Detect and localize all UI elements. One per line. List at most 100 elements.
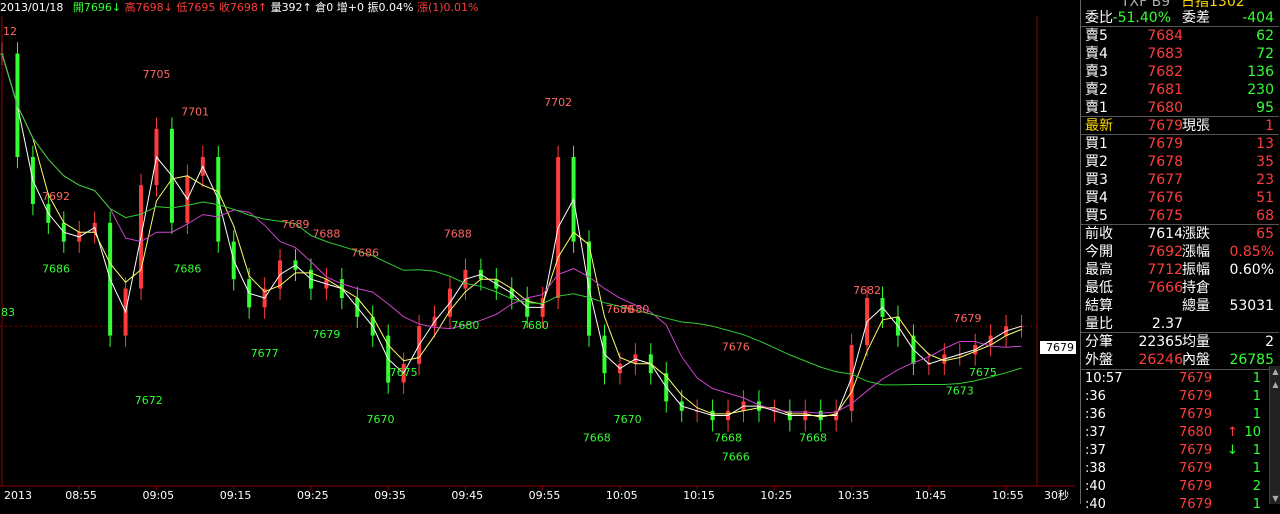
scroll-up-icon[interactable]: ▲ [1271,380,1280,389]
bid-row[interactable]: 買1 7679 13 [1081,135,1279,153]
high-label: 7688 [444,228,472,241]
vol-ratio: 2.37 [1151,316,1183,332]
time-tick-label: 09:15 [220,489,252,502]
tick-vol: 10 [1244,425,1261,440]
ask-row[interactable]: 賣1 7680 95 [1081,99,1279,117]
tick-vol: 1 [1252,461,1261,476]
low-label: 7679 [312,328,340,341]
tick-time: :40 [1085,479,1106,494]
bid-price: 7675 [1147,208,1183,224]
ask-row[interactable]: 賣5 7684 62 [1081,27,1279,45]
bid-label: 買3 [1085,172,1108,188]
tick-row[interactable]: :38 7679 1 [1081,460,1279,478]
avg-label: 均量 [1182,334,1210,350]
tick-price: 7680 [1179,425,1213,440]
commission-ratio-label: 委比 [1085,10,1113,26]
bid-row[interactable]: 買3 7677 23 [1081,171,1279,189]
tick-vol: 1 [1252,389,1261,404]
header-oi: 0 [326,1,334,14]
ask-price: 7682 [1147,64,1183,80]
change-label: 漲跌 [1182,226,1210,242]
bid-row[interactable]: 買2 7678 35 [1081,153,1279,171]
tick-time: :37 [1085,425,1106,440]
tick-price: 7679 [1179,479,1213,494]
low-label: 7670 [366,413,394,426]
ask-vol: 72 [1256,46,1274,62]
header-vol-arrow: ↑ [302,1,312,14]
change-pct: 0.85% [1229,244,1274,260]
trades: 22365 [1138,334,1183,350]
tick-price: 7679 [1179,461,1213,476]
scroll-down-icon[interactable]: ▼ [1271,494,1280,503]
scroll-up-icon[interactable]: ▲ [1271,367,1280,376]
trades-label: 分筆 [1085,334,1113,350]
tick-row[interactable]: :40 7679 2 [1081,478,1279,496]
prev-close-row: 前收 7614 漲跌 65 [1081,225,1279,243]
bid-label: 買5 [1085,208,1108,224]
tick-row[interactable]: :36 7679 1 [1081,388,1279,406]
ask-label: 賣4 [1085,46,1108,62]
open-label: 今開 [1085,244,1113,260]
tick-row[interactable]: :40 7679 1 [1081,496,1279,514]
bid-vol: 13 [1256,136,1274,152]
bid-vol: 23 [1256,172,1274,188]
outer-inner-row: 外盤 26246 內盤 26785 [1081,351,1279,369]
tick-row[interactable]: :37 7680 ↑ 10 [1081,424,1279,442]
oi-label: 持倉 [1182,280,1210,296]
prev-close: 7614 [1147,226,1183,242]
last-price: 7679 [1147,118,1183,134]
header-vol: 392 [281,1,303,14]
ask-row[interactable]: 賣4 7683 72 [1081,45,1279,63]
tick-arrow-icon: ↓ [1227,443,1238,458]
tick-scrollbar[interactable]: ▲ ▲ ▼ [1269,366,1280,504]
open-price: 7692 [1147,244,1183,260]
ask-vol: 136 [1247,64,1274,80]
low-price: 7666 [1147,280,1183,296]
low-label: 7680 [451,319,479,332]
tick-price: 7679 [1179,497,1213,512]
ask-row[interactable]: 賣3 7682 136 [1081,63,1279,81]
ask-label: 賣3 [1085,64,1108,80]
time-tick-label: 10:25 [760,489,792,502]
low-label: 7680 [521,319,549,332]
commission-diff-label: 委差 [1182,10,1210,26]
inner-label: 內盤 [1182,352,1210,368]
ma-yellow-line [1,53,1022,418]
header-chg-label: 漲 [416,1,428,14]
tick-row[interactable]: :36 7679 1 [1081,406,1279,424]
header-close-arrow: ↑ [257,1,268,14]
time-tick-label: 10:15 [683,489,715,502]
bid-row[interactable]: 買5 7675 68 [1081,207,1279,225]
tick-time: :37 [1085,443,1106,458]
low-label: 7686 [42,262,70,275]
tick-vol: 1 [1252,497,1261,512]
total-vol: 53031 [1229,298,1274,314]
bid-label: 買4 [1085,190,1108,206]
tick-row[interactable]: 10:57 7679 1 [1081,370,1279,388]
period-label: 30秒 [1044,488,1069,502]
outer: 26246 [1138,352,1183,368]
high-label: 7682 [853,284,881,297]
high-label: 7705 [142,68,170,81]
header-date: 2013/01/18 [0,1,64,14]
ask-vol: 62 [1256,28,1274,44]
header-close: 7698 [229,1,258,14]
last-row: 最新 7679 現張 1 [1081,117,1279,135]
amplitude-label: 振幅 [1182,262,1210,278]
chart-area[interactable]: 7692 7705 7701 7689 7688 7686 7688 7702 7680 7680… [0,0,1076,504]
tick-vol: 1 [1252,407,1261,422]
bid-row[interactable]: 買4 7676 51 [1081,189,1279,207]
price-chart[interactable]: 7692770577017689768876867688770276807680… [0,0,1075,504]
tick-row[interactable]: :37 7679 ↓ 1 [1081,442,1279,460]
time-tick-label: 09:55 [529,489,561,502]
tick-price: 7679 [1179,371,1213,386]
last-label: 最新 [1085,118,1113,134]
axis-left-value: 83 [1,306,15,319]
ask-label: 賣5 [1085,28,1108,44]
ask-label: 賣2 [1085,82,1108,98]
time-tick-label: 10:05 [606,489,638,502]
ask-row[interactable]: 賣2 7681 230 [1081,81,1279,99]
axis-top-value: 12 [3,25,17,38]
bid-label: 買2 [1085,154,1108,170]
change-pct-label: 漲幅 [1182,244,1210,260]
